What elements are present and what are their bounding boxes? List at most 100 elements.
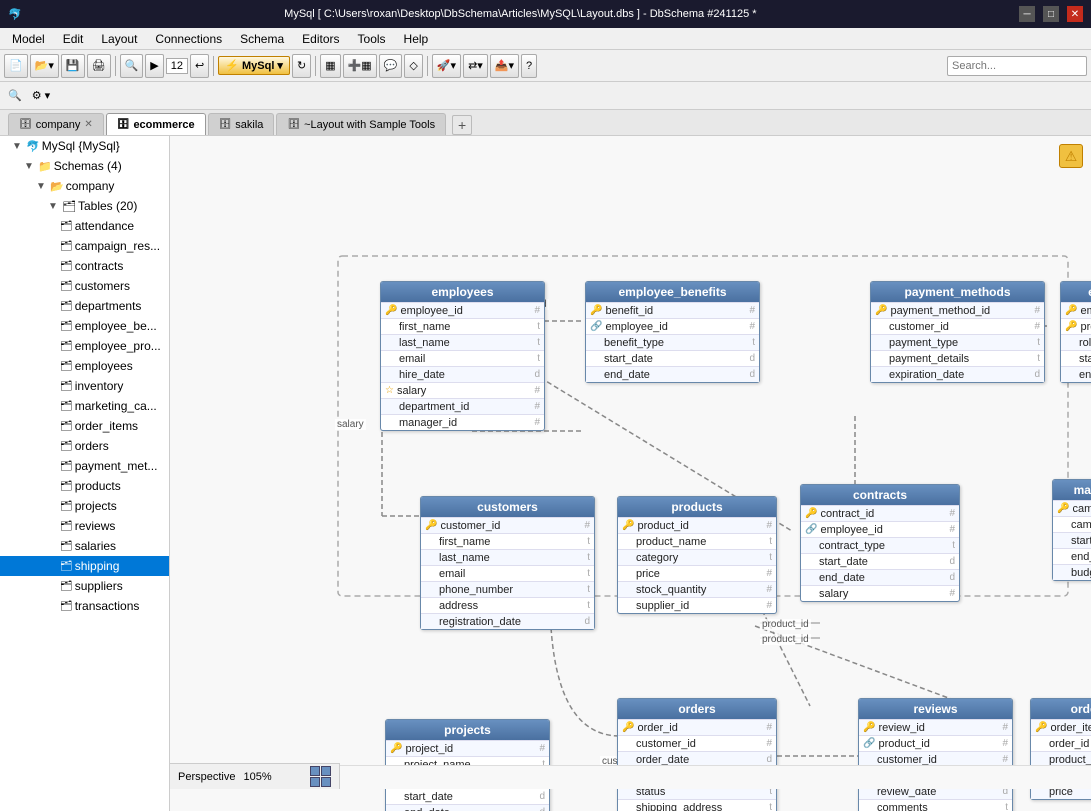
sidebar-table-employeepro[interactable]: 🗂employee_pro... [0, 336, 169, 356]
menu-schema[interactable]: Schema [232, 30, 292, 48]
tabbar: 🗄 company ✕ 🗄 ecommerce 🗄 sakila 🗄 ~Layo… [0, 110, 1091, 136]
perspective-label: Perspective [178, 771, 235, 783]
menu-layout[interactable]: Layout [93, 30, 145, 48]
sidebar-company-label: company [66, 179, 115, 193]
table-orders[interactable]: orders 🔑order_id# customer_id# order_dat… [617, 698, 777, 811]
save-button[interactable]: 💾 [61, 54, 85, 78]
canvas[interactable]: ⚠ [170, 136, 1091, 811]
col-salary: ☆salary# [381, 382, 544, 398]
refresh-button[interactable]: ↻ [292, 54, 311, 78]
schemas-icon: 📁 [38, 160, 52, 173]
tab-ecommerce[interactable]: 🗄 ecommerce [106, 113, 206, 135]
tab-layout[interactable]: 🗄 ~Layout with Sample Tools [276, 113, 446, 135]
minimize-button[interactable]: ─ [1019, 6, 1035, 22]
app-icon: 🐬 [8, 8, 22, 21]
table-payment-methods[interactable]: payment_methods 🔑payment_method_id# cust… [870, 281, 1045, 383]
menu-editors[interactable]: Editors [294, 30, 347, 48]
menu-tools[interactable]: Tools [350, 30, 394, 48]
menu-edit[interactable]: Edit [55, 30, 92, 48]
col-con-id: 🔑contract_id# [801, 505, 959, 521]
sidebar-table-orderitems[interactable]: 🗂order_items [0, 416, 169, 436]
col-cust-address: addresst [421, 597, 594, 613]
table-marketing-campaigns[interactable]: marketing_campaigns 🔑campaign_id# campai… [1052, 479, 1091, 581]
search-small-button[interactable]: 🔍 [4, 86, 26, 106]
help-btn[interactable]: ? [521, 54, 537, 78]
export-button[interactable]: 📤▾ [490, 54, 519, 78]
sidebar-table-reviews[interactable]: 🗂reviews [0, 516, 169, 536]
tab-company-close[interactable]: ✕ [84, 119, 92, 130]
sidebar-schemas[interactable]: ▼ 📁 Schemas (4) [0, 156, 169, 176]
sidebar-table-shipping[interactable]: 🗂shipping [0, 556, 169, 576]
sidebar-table-attendance[interactable]: 🗂attendance [0, 216, 169, 236]
new-button[interactable]: 📄 [4, 54, 28, 78]
table-employee-projects[interactable]: employee_projects 🔑employee_id# 🔑project… [1060, 281, 1091, 383]
col-con-type: contract_typet [801, 537, 959, 553]
shape-button[interactable]: ◇ [404, 54, 422, 78]
settings-button[interactable]: ⚙ ▾ [28, 86, 54, 106]
table-contracts[interactable]: contracts 🔑contract_id# 🔗employee_id# co… [800, 484, 960, 602]
compare-button[interactable]: ⇄▾ [463, 54, 488, 78]
menu-model[interactable]: Model [4, 30, 53, 48]
sidebar-tables-label: Tables (20) [78, 199, 137, 213]
zoom-button[interactable]: 🔍 [120, 54, 144, 78]
separator-4 [427, 56, 428, 76]
col-pm-type: payment_typet [871, 334, 1044, 350]
sidebar-root[interactable]: ▼ 🐬 MySql {MySql} [0, 136, 169, 156]
table-products[interactable]: products 🔑product_id# product_namet cate… [617, 496, 777, 614]
chat-button[interactable]: 💬 [379, 54, 403, 78]
tab-company-icon: 🗄 [19, 119, 32, 130]
sidebar-table-suppliers[interactable]: 🗂suppliers [0, 576, 169, 596]
sidebar-table-employees[interactable]: 🗂employees [0, 356, 169, 376]
table-employee-benefits[interactable]: employee_benefits 🔑benefit_id# 🔗employee… [585, 281, 760, 383]
col-pm-expiry: expiration_dated [871, 366, 1044, 382]
col-prod-supplier: supplier_id# [618, 597, 776, 613]
print-button[interactable]: 🖨 [87, 54, 111, 78]
col-prod-id: 🔑product_id# [618, 517, 776, 533]
sidebar-table-salaries[interactable]: 🗂salaries [0, 536, 169, 556]
mini-cell-1 [310, 766, 320, 776]
menu-help[interactable]: Help [396, 30, 437, 48]
sidebar-table-departments[interactable]: 🗂departments [0, 296, 169, 316]
maximize-button[interactable]: □ [1043, 6, 1059, 22]
tab-ecommerce-label: ecommerce [133, 119, 194, 131]
zoom-in-button[interactable]: ▶ [145, 54, 163, 78]
sidebar-table-marketingca[interactable]: 🗂marketing_ca... [0, 396, 169, 416]
table-marketing-campaigns-header: marketing_campaigns [1053, 480, 1091, 500]
tab-company[interactable]: 🗄 company ✕ [8, 113, 104, 135]
table-employee-benefits-header: employee_benefits [586, 282, 759, 302]
col-mc-start: start_dated [1053, 532, 1091, 548]
col-cust-id: 🔑customer_id# [421, 517, 594, 533]
sidebar-table-products[interactable]: 🗂products [0, 476, 169, 496]
sidebar-table-inventory[interactable]: 🗂inventory [0, 376, 169, 396]
label-product-id-2: product_id [760, 634, 811, 645]
table-customers[interactable]: customers 🔑customer_id# first_namet last… [420, 496, 595, 630]
sidebar-table-projects[interactable]: 🗂projects [0, 496, 169, 516]
sidebar-company[interactable]: ▼ 📂 company [0, 176, 169, 196]
table-button[interactable]: ▦ [320, 54, 340, 78]
sidebar-table-paymentmet[interactable]: 🗂payment_met... [0, 456, 169, 476]
sidebar-table-employeebe[interactable]: 🗂employee_be... [0, 316, 169, 336]
col-cust-phone: phone_numbert [421, 581, 594, 597]
tab-sakila[interactable]: 🗄 sakila [208, 113, 275, 135]
tab-add-button[interactable]: + [452, 115, 472, 135]
close-button[interactable]: ✕ [1067, 6, 1083, 22]
mini-cell-3 [310, 777, 320, 787]
insert-button[interactable]: ➕▦ [343, 54, 377, 78]
open-button[interactable]: 📂▾ [30, 54, 59, 78]
sidebar-table-campaignres[interactable]: 🗂campaign_res... [0, 236, 169, 256]
menu-connections[interactable]: Connections [147, 30, 230, 48]
search-input[interactable] [947, 56, 1087, 76]
sidebar-table-transactions[interactable]: 🗂transactions [0, 596, 169, 616]
table-reviews[interactable]: reviews 🔑review_id# 🔗product_id# custome… [858, 698, 1013, 811]
table-employees[interactable]: employees 🔑employee_id# first_namet last… [380, 281, 545, 431]
col-first-name: first_namet [381, 318, 544, 334]
sidebar-table-customers[interactable]: 🗂customers [0, 276, 169, 296]
label-salary: salary [335, 419, 366, 430]
tab-layout-icon: 🗄 [287, 119, 300, 130]
sidebar-tables[interactable]: ▼ 🗂 Tables (20) [0, 196, 169, 216]
redo-button[interactable]: ↩ [190, 54, 209, 78]
sidebar-table-orders[interactable]: 🗂orders [0, 436, 169, 456]
mysql-connect-button[interactable]: ⚡ MySql ▾ [218, 56, 290, 75]
sidebar-table-contracts[interactable]: 🗂contracts [0, 256, 169, 276]
deploy-button[interactable]: 🚀▾ [432, 54, 461, 78]
